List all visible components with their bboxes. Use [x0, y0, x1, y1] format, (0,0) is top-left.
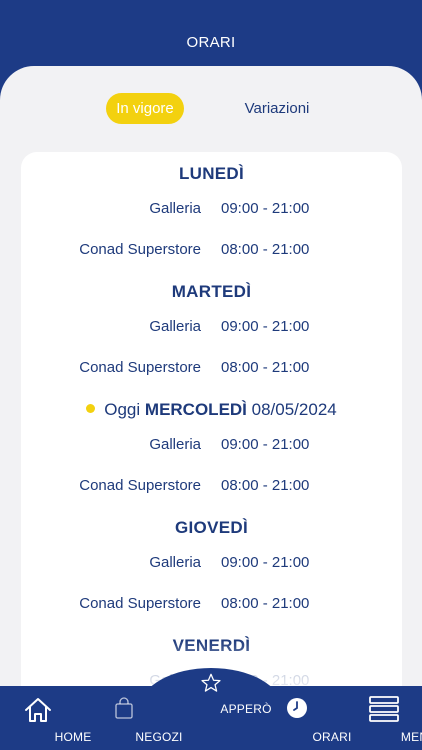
place-label: Galleria	[149, 200, 201, 217]
place-label: Conad Superstore	[79, 359, 201, 376]
nav-orari[interactable]: ORARI	[262, 686, 351, 750]
tab-in-vigore[interactable]: In vigore	[106, 93, 184, 124]
today-day-name: MERCOLEDÌ	[144, 400, 247, 419]
place-label: Galleria	[149, 318, 201, 335]
hours-value: 08:00 - 21:00	[221, 477, 310, 494]
day-title-giovedi: GIOVEDÌ	[175, 518, 248, 537]
today-prefix: Oggi	[104, 400, 141, 419]
hours-value: 09:00 - 21:00	[221, 554, 310, 571]
shopping-bag-icon	[114, 696, 134, 725]
hours-value: 08:00 - 21:00	[221, 241, 310, 258]
nav-negozi[interactable]: NEGOZI	[89, 686, 182, 750]
nav-negozi-label: NEGOZI	[135, 730, 183, 744]
today-date: 08/05/2024	[251, 400, 337, 419]
nav-menu-label: MENU	[400, 730, 422, 744]
place-label: Galleria	[149, 436, 201, 453]
home-icon	[23, 696, 53, 729]
segmented-control: In vigore Variazioni	[0, 93, 422, 125]
hours-value: 08:00 - 21:00	[221, 359, 310, 376]
place-label: Conad Superstore	[79, 595, 201, 612]
place-label: Conad Superstore	[79, 241, 201, 258]
nav-menu[interactable]: MENU	[349, 686, 422, 750]
schedule-card: LUNEDÌ Galleria 09:00 - 21:00 Conad Supe…	[21, 152, 402, 712]
hours-value: 09:00 - 21:00	[221, 436, 310, 453]
day-title-lunedi: LUNEDÌ	[178, 164, 245, 183]
tab-variazioni[interactable]: Variazioni	[238, 93, 316, 124]
star-icon	[200, 672, 222, 699]
day-title-martedi: MARTEDÌ	[171, 282, 252, 301]
schedule-row: Conad Superstore 08:00 - 21:00	[21, 595, 402, 615]
place-label: Galleria	[149, 554, 201, 571]
schedule-row: Galleria 09:00 - 21:00	[21, 200, 402, 220]
schedule-row: Conad Superstore 08:00 - 21:00	[21, 241, 402, 261]
hours-value: 08:00 - 21:00	[221, 595, 310, 612]
hours-value: 09:00 - 21:00	[221, 200, 310, 217]
page-title: ORARI	[186, 34, 236, 51]
schedule-row: Conad Superstore 08:00 - 21:00	[21, 477, 402, 497]
schedule-row: Galleria 09:00 - 21:00	[21, 436, 402, 456]
bottom-tab-bar: HOME NEGOZI APPERÒ ORARI MENU	[0, 673, 422, 750]
place-label: Conad Superstore	[79, 477, 201, 494]
nav-appero[interactable]: APPERÒ	[176, 664, 271, 728]
hours-value: 09:00 - 21:00	[221, 318, 310, 335]
menu-icon	[369, 696, 399, 727]
clock-icon	[285, 696, 309, 725]
schedule-row: Galleria 09:00 - 21:00	[21, 554, 402, 574]
day-title-venerdi: VENERDÌ	[172, 636, 251, 655]
day-title-today: Oggi MERCOLEDÌ 08/05/2024	[21, 400, 402, 420]
today-dot-icon	[86, 404, 96, 413]
schedule-row: Galleria 09:00 - 21:00	[21, 318, 402, 338]
nav-home[interactable]: HOME	[3, 686, 91, 750]
schedule-row: Conad Superstore 08:00 - 21:00	[21, 359, 402, 379]
